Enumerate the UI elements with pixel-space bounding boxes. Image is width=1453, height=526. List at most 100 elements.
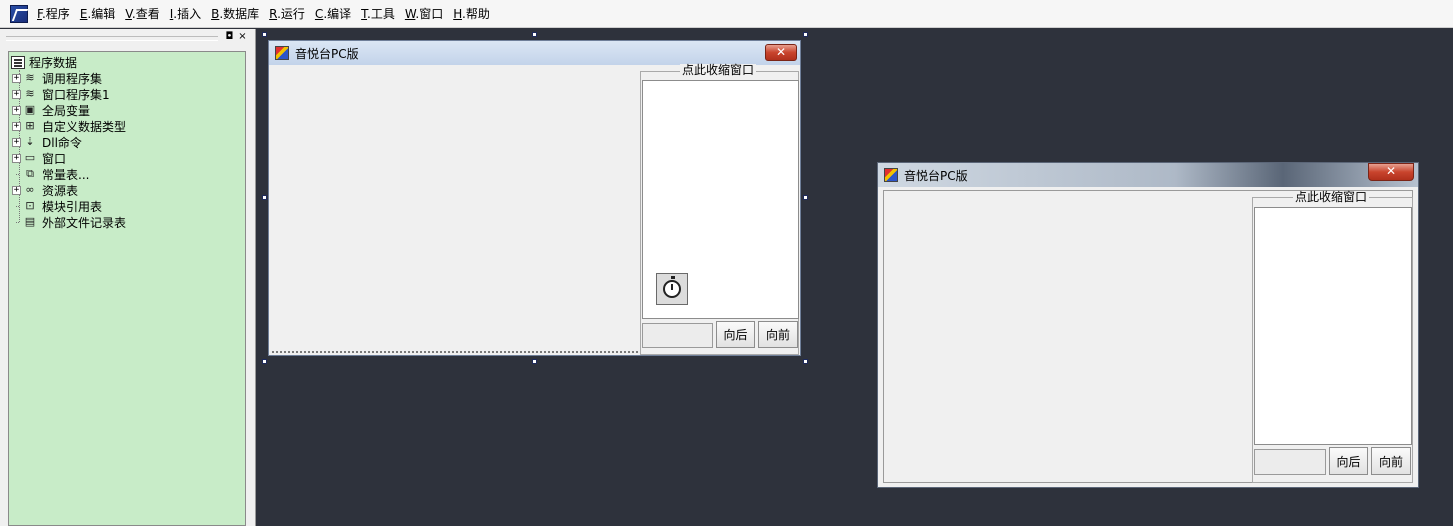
tree-item[interactable]: ⊡ 模块引用表 [12, 198, 102, 214]
menu-accelerator: V [125, 7, 132, 21]
design-window-close-button[interactable]: ✕ [765, 44, 797, 61]
menu-item-r[interactable]: R.运行 [264, 5, 310, 22]
menu-accelerator: R [269, 7, 278, 21]
preview-forward-button[interactable]: 向前 [1371, 447, 1411, 475]
menu-label: .工具 [367, 7, 395, 21]
preview-window-titlebar[interactable]: 音悦台PC版 ✕ [878, 163, 1418, 187]
design-form-bottom-edge [272, 351, 638, 353]
app-window-icon [884, 168, 898, 182]
resize-handle-se[interactable] [803, 359, 808, 364]
tree-item[interactable]: + ≋ 窗口程序集1 [12, 86, 110, 102]
menu-item-f[interactable]: F.程序 [32, 5, 75, 22]
program-tree: 程序数据 + ≋ 调用程序集 + ≋ 窗口程序集1 + ▣ 全局变量 + ⊞ 自定义数据类型 + ⇣ Dll… [8, 51, 246, 526]
expand-icon[interactable]: + [12, 137, 21, 147]
menu-items: F.程序 E.编辑 V.查看 I.插入 B.数据库 R.运行 C.编译 T.工具 W.窗口 H.帮… [32, 5, 495, 22]
menu-item-i[interactable]: I.插入 [165, 5, 206, 22]
design-url-edit[interactable] [642, 323, 713, 348]
design-back-button[interactable]: 向后 [716, 321, 755, 348]
menu-label: .程序 [41, 7, 70, 21]
menu-item-h[interactable]: H.帮助 [448, 5, 495, 22]
menu-label: .窗口 [415, 7, 444, 21]
dock-restore-button[interactable]: ◘ [224, 31, 235, 42]
resize-handle-nw[interactable] [262, 32, 267, 37]
menu-bar: F.程序 E.编辑 V.查看 I.插入 B.数据库 R.运行 C.编译 T.工具 W.窗口 H.帮… [0, 0, 1453, 28]
preview-back-button[interactable]: 向后 [1329, 447, 1368, 475]
tree-item[interactable]: ▤ 外部文件记录表 [12, 214, 126, 230]
tree-item[interactable]: + ▣ 全局变量 [12, 102, 90, 118]
app-logo-icon[interactable] [10, 4, 28, 23]
menu-label: .插入 [173, 7, 202, 21]
resize-handle-s[interactable] [532, 359, 537, 364]
program-data-dock: ◘ × 程序数据 + ≋ 调用程序集 + ≋ 窗口程序集1 + ▣ 全局变量 + ⊞ 自定义数据类型 +… [0, 29, 256, 526]
data-type-icon: ⊞ [25, 119, 35, 132]
resize-handle-sw[interactable] [262, 359, 267, 364]
design-window-title: 音悦台PC版 [295, 46, 359, 61]
collapse-panel-label[interactable]: 点此收缩窗口 [680, 64, 757, 77]
tree-item[interactable]: + ∞ 资源表 [12, 182, 78, 198]
resize-handle-n[interactable] [532, 32, 537, 37]
module-icon: ⊡ [25, 199, 35, 212]
menu-accelerator: W [404, 7, 416, 21]
timer-component[interactable] [656, 273, 688, 305]
window-icon: ▭ [24, 151, 36, 164]
design-form-window[interactable]: 音悦台PC版 ✕ 点此收缩窗口 向后 向前 [268, 40, 801, 356]
expand-icon[interactable]: + [12, 153, 21, 163]
preview-collapse-panel-label[interactable]: 点此收缩窗口 [1293, 191, 1370, 204]
tree-item[interactable]: + ⊞ 自定义数据类型 [12, 118, 126, 134]
resize-handle-e[interactable] [803, 195, 808, 200]
constant-icon: ⧉ [26, 167, 34, 180]
menu-item-b[interactable]: B.数据库 [206, 5, 264, 22]
menu-accelerator: H [453, 7, 463, 21]
expand-icon[interactable]: + [12, 121, 21, 131]
menu-item-t[interactable]: T.工具 [356, 5, 400, 22]
expand-icon[interactable]: + [12, 73, 21, 83]
preview-collapse-panel-content [1254, 207, 1412, 445]
tree-item[interactable]: + ⇣ Dll命令 [12, 134, 82, 150]
design-window-titlebar[interactable]: 音悦台PC版 ✕ [269, 41, 800, 65]
tree-item[interactable]: + ▭ 窗口 [12, 150, 66, 166]
program-data-icon [11, 55, 25, 69]
menu-label: .编译 [323, 7, 352, 21]
dock-header: ◘ × [0, 29, 256, 45]
tree-item-label: 自定义数据类型 [42, 119, 127, 134]
resize-handle-w[interactable] [262, 195, 267, 200]
resource-icon: ∞ [25, 183, 35, 196]
menu-label: .帮助 [462, 7, 490, 21]
stack-icon: ≋ [25, 71, 35, 84]
tree-item-label: 模块引用表 [42, 199, 103, 214]
expand-icon[interactable]: + [12, 89, 21, 99]
menu-label: .运行 [277, 7, 305, 21]
expand-icon[interactable]: + [12, 105, 21, 115]
design-forward-button[interactable]: 向前 [758, 321, 798, 348]
menu-label: .查看 [131, 7, 160, 21]
tree-root[interactable]: 程序数据 [11, 54, 77, 70]
tree-item-label: Dll命令 [42, 135, 82, 150]
tree-item-label: 常量表... [42, 167, 90, 182]
file-icon: ▤ [24, 215, 36, 228]
resize-handle-ne[interactable] [803, 32, 808, 37]
preview-window-title: 音悦台PC版 [904, 168, 968, 183]
menu-item-c[interactable]: C.编译 [310, 5, 356, 22]
menu-item-e[interactable]: E.编辑 [75, 5, 120, 22]
menu-label: .编辑 [87, 7, 116, 21]
menu-label: .数据库 [219, 7, 260, 21]
tree-branch-line [12, 221, 21, 223]
menu-item-v[interactable]: V.查看 [120, 5, 165, 22]
dock-grip[interactable] [6, 36, 218, 41]
tree-item-label: 全局变量 [42, 103, 91, 118]
tree-item[interactable]: ⧉ 常量表... [12, 166, 89, 182]
menu-item-w[interactable]: W.窗口 [400, 5, 448, 22]
preview-form-window[interactable]: 音悦台PC版 ✕ 点此收缩窗口 向后 向前 [877, 162, 1419, 488]
expand-icon[interactable]: + [12, 185, 21, 195]
tree-item[interactable]: + ≋ 调用程序集 [12, 70, 102, 86]
tree-branch-line [12, 205, 21, 207]
preview-window-close-button[interactable]: ✕ [1368, 163, 1414, 181]
preview-url-edit[interactable] [1254, 449, 1326, 475]
stack-icon: ≋ [25, 87, 35, 100]
preview-client-area: 点此收缩窗口 向后 向前 [883, 190, 1413, 483]
stopwatch-icon [663, 276, 681, 298]
tree-branch-line [12, 173, 21, 175]
tree-item-label: 外部文件记录表 [42, 215, 127, 230]
dock-close-button[interactable]: × [237, 31, 248, 42]
tree-item-label: 调用程序集 [42, 71, 103, 86]
